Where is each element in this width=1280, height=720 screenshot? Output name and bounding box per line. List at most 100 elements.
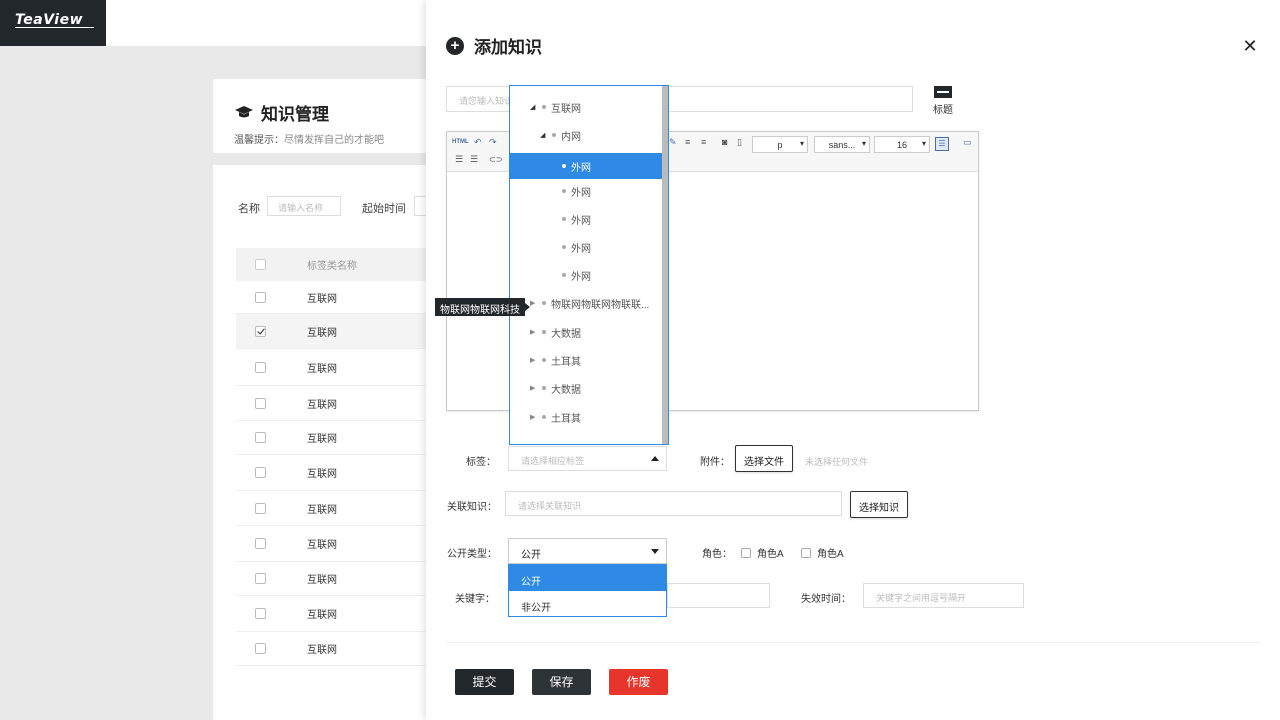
table-header: 标签类名称 (236, 248, 436, 281)
anchor-icon[interactable]: ◙ (722, 137, 727, 147)
tree-node-label: 外网 (571, 162, 591, 174)
keyword-label: 关键字： (455, 594, 495, 605)
collapsed-triangle-icon[interactable]: ▶ (530, 384, 538, 392)
tree-node[interactable]: ▶ 土耳其 (510, 349, 663, 371)
related-knowledge-label: 关联知识： (447, 502, 497, 513)
row-checkbox[interactable] (255, 502, 266, 514)
attachment-label: 附件： (700, 457, 730, 468)
tree-node[interactable]: 外网 (510, 236, 663, 258)
table-row[interactable]: 互联网 (236, 281, 436, 314)
row-checkbox[interactable] (255, 325, 266, 337)
redo-icon[interactable]: ↷ (489, 137, 497, 148)
choose-knowledge-button[interactable]: 选择知识 (850, 491, 908, 518)
tree-node[interactable]: 外网 (510, 208, 663, 230)
tree-node[interactable]: ◢ 内网 (510, 124, 663, 146)
row-name: 互联网 (307, 610, 337, 621)
option-public[interactable]: 公开 (509, 565, 666, 591)
checkbox[interactable] (741, 547, 751, 558)
row-name: 互联网 (307, 327, 337, 339)
tree-node[interactable]: ▶ 大数据 (510, 377, 663, 399)
close-icon[interactable]: ✕ (1242, 37, 1258, 55)
align-center-icon[interactable]: ☰ (455, 154, 463, 165)
heading-button[interactable]: 标题 (932, 86, 954, 116)
submit-button[interactable]: 提交 (455, 669, 514, 695)
paragraph-select[interactable]: p (752, 136, 808, 153)
row-checkbox[interactable] (255, 361, 266, 373)
html-source-icon[interactable]: HTML (452, 139, 469, 145)
expanded-triangle-icon[interactable]: ◢ (540, 131, 548, 139)
bullet-icon (562, 164, 566, 168)
row-checkbox[interactable] (255, 643, 266, 654)
table-row[interactable]: 互联网 (236, 491, 436, 526)
row-name: 互联网 (307, 540, 337, 551)
tree-node[interactable]: 外网 (510, 153, 663, 179)
table-row[interactable]: 互联网 (236, 455, 436, 491)
collapsed-triangle-icon[interactable]: ▶ (530, 299, 538, 307)
scrollbar[interactable] (662, 86, 668, 444)
caret-up-icon (651, 456, 659, 461)
font-family-select[interactable]: sans... (814, 136, 870, 153)
row-checkbox[interactable] (255, 573, 266, 584)
row-checkbox[interactable] (255, 608, 266, 619)
tree-node[interactable]: 外网 (510, 180, 663, 202)
role-checkbox-2[interactable]: 角色A (801, 545, 844, 560)
link-icon[interactable]: ⊂⊃ (489, 155, 502, 164)
table-row[interactable]: 互联网 (236, 632, 436, 666)
row-checkbox[interactable] (255, 397, 266, 409)
collapsed-triangle-icon[interactable]: ▶ (530, 328, 538, 336)
row-checkbox[interactable] (255, 291, 266, 303)
align-left-icon[interactable]: ☰ (935, 137, 949, 151)
divider (446, 642, 1261, 643)
expire-label: 失效时间： (801, 594, 851, 605)
related-knowledge-input[interactable]: 请选择关联知识 (505, 491, 842, 516)
expire-input[interactable]: 关键字之间用逗号隔开 (863, 583, 1024, 608)
collapsed-triangle-icon[interactable]: ▶ (530, 413, 538, 421)
checkbox[interactable] (801, 547, 811, 558)
align-right-icon[interactable]: ☰ (470, 154, 478, 165)
tag-tree-dropdown: ◢ 互联网 ◢ 内网 外网 外网 外网 外网 外网 ▶ 物联网物联网物联联... ▶ 大数据 ▶ 土耳其 ▶ 大… (509, 85, 669, 445)
page-title-text: 知识管理 (261, 105, 329, 124)
table-row[interactable]: 互联网 (236, 596, 436, 632)
heading-button-label: 标题 (933, 105, 953, 116)
tree-node[interactable]: ▶ 土耳其 (510, 406, 663, 428)
unordered-list-icon[interactable]: ≡ (701, 137, 706, 147)
table-row[interactable]: 互联网 (236, 349, 436, 386)
tag-select[interactable]: 请选择相应标签 (508, 446, 667, 471)
save-button[interactable]: 保存 (532, 669, 591, 695)
table-row[interactable]: 互联网 (236, 314, 436, 349)
collapsed-triangle-icon[interactable]: ▶ (530, 356, 538, 364)
ordered-list-icon[interactable]: ≡ (685, 137, 690, 147)
expanded-triangle-icon[interactable]: ◢ (530, 103, 538, 111)
role-checkbox-1[interactable]: 角色A (741, 545, 784, 560)
tree-node[interactable]: ▶ 物联网物联网物联联... (510, 292, 663, 314)
fullscreen-icon[interactable]: ▭ (963, 137, 972, 148)
bullet-icon (542, 105, 546, 109)
row-checkbox[interactable] (255, 538, 266, 549)
table-row[interactable]: 互联网 (236, 386, 436, 421)
tree-node[interactable]: 外网 (510, 264, 663, 286)
row-name: 互联网 (307, 399, 337, 411)
discard-button[interactable]: 作废 (609, 669, 668, 695)
row-name: 互联网 (307, 575, 337, 586)
undo-icon[interactable]: ↶ (474, 137, 482, 148)
option-private[interactable]: 非公开 (509, 591, 666, 617)
row-checkbox[interactable] (255, 432, 266, 443)
tree-node-label: 外网 (571, 243, 591, 255)
tree-node-label: 物联网物联网物联联... (551, 299, 650, 311)
table-row[interactable]: 互联网 (236, 562, 436, 596)
table-row[interactable]: 互联网 (236, 421, 436, 455)
table-row[interactable]: 互联网 (236, 526, 436, 562)
public-type-select[interactable]: 公开 (508, 538, 667, 564)
tree-node[interactable]: ▶ 大数据 (510, 321, 663, 343)
choose-file-button[interactable]: 选择文件 (735, 445, 793, 472)
filter-name-input[interactable]: 请输入名称 (267, 196, 341, 216)
select-all-checkbox[interactable] (255, 259, 266, 270)
app-logo[interactable]: TeaView (0, 0, 106, 46)
row-checkbox[interactable] (255, 467, 266, 478)
font-size-select[interactable]: 16 (874, 136, 930, 153)
keyword-input[interactable] (667, 583, 770, 608)
tree-node[interactable]: ◢ 互联网 (510, 96, 663, 118)
role-name: 角色A (757, 549, 784, 560)
paint-icon[interactable]: ✎ (669, 137, 677, 148)
file-icon[interactable]: ▯ (737, 137, 742, 148)
